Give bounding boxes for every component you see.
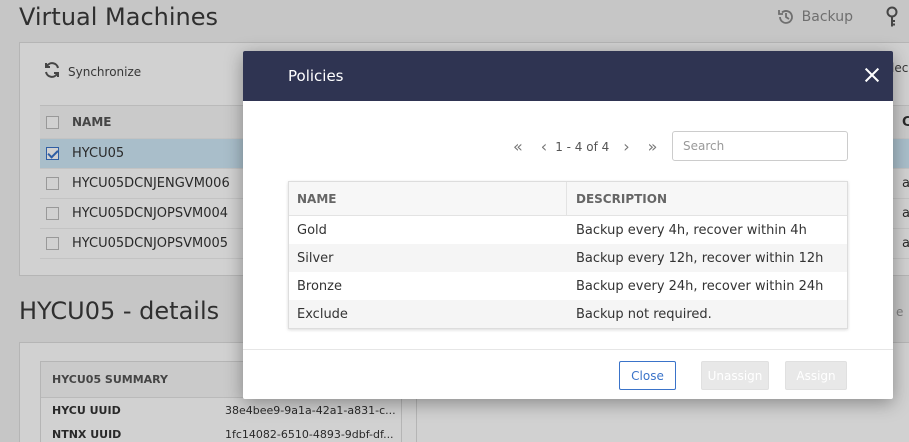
assign-button[interactable]: Assign [785,361,847,390]
unassign-button[interactable]: Unassign [701,361,769,390]
policy-row[interactable]: Gold Backup every 4h, recover within 4h [289,216,847,244]
last-page-icon[interactable]: » [648,139,658,155]
policy-description: Backup not required. [576,306,712,322]
dialog-header: Policies [243,51,893,101]
search-input[interactable] [672,131,848,161]
policy-description: Backup every 4h, recover within 4h [576,222,807,238]
policies-table-header: NAME DESCRIPTION [289,182,847,216]
policy-row[interactable]: Silver Backup every 12h, recover within … [289,244,847,272]
column-name[interactable]: NAME [289,182,567,215]
policy-name: Gold [297,222,327,238]
pagination-info: 1 - 4 of 4 [555,140,610,154]
column-description[interactable]: DESCRIPTION [567,192,847,206]
dialog-footer: Close Unassign Assign [243,349,893,399]
close-icon[interactable] [863,66,881,84]
policy-name: Exclude [297,306,348,322]
policy-description: Backup every 12h, recover within 12h [576,250,824,266]
dialog-title: Policies [288,67,344,85]
policy-name: Bronze [297,278,342,294]
policy-description: Backup every 24h, recover within 24h [576,278,824,294]
policy-row[interactable]: Bronze Backup every 24h, recover within … [289,272,847,300]
close-button[interactable]: Close [619,361,676,390]
policies-table: NAME DESCRIPTION Gold Backup every 4h, r… [288,181,848,329]
first-page-icon[interactable]: « [513,139,523,155]
prev-page-icon[interactable]: ‹ [541,139,547,155]
policy-name: Silver [297,250,334,266]
next-page-icon[interactable]: › [623,139,629,155]
policies-dialog: Policies « ‹ 1 - 4 of 4 › » NAME DESCRIP… [243,51,893,399]
pagination: « ‹ 1 - 4 of 4 › » [513,139,657,155]
policy-row[interactable]: Exclude Backup not required. [289,300,847,328]
